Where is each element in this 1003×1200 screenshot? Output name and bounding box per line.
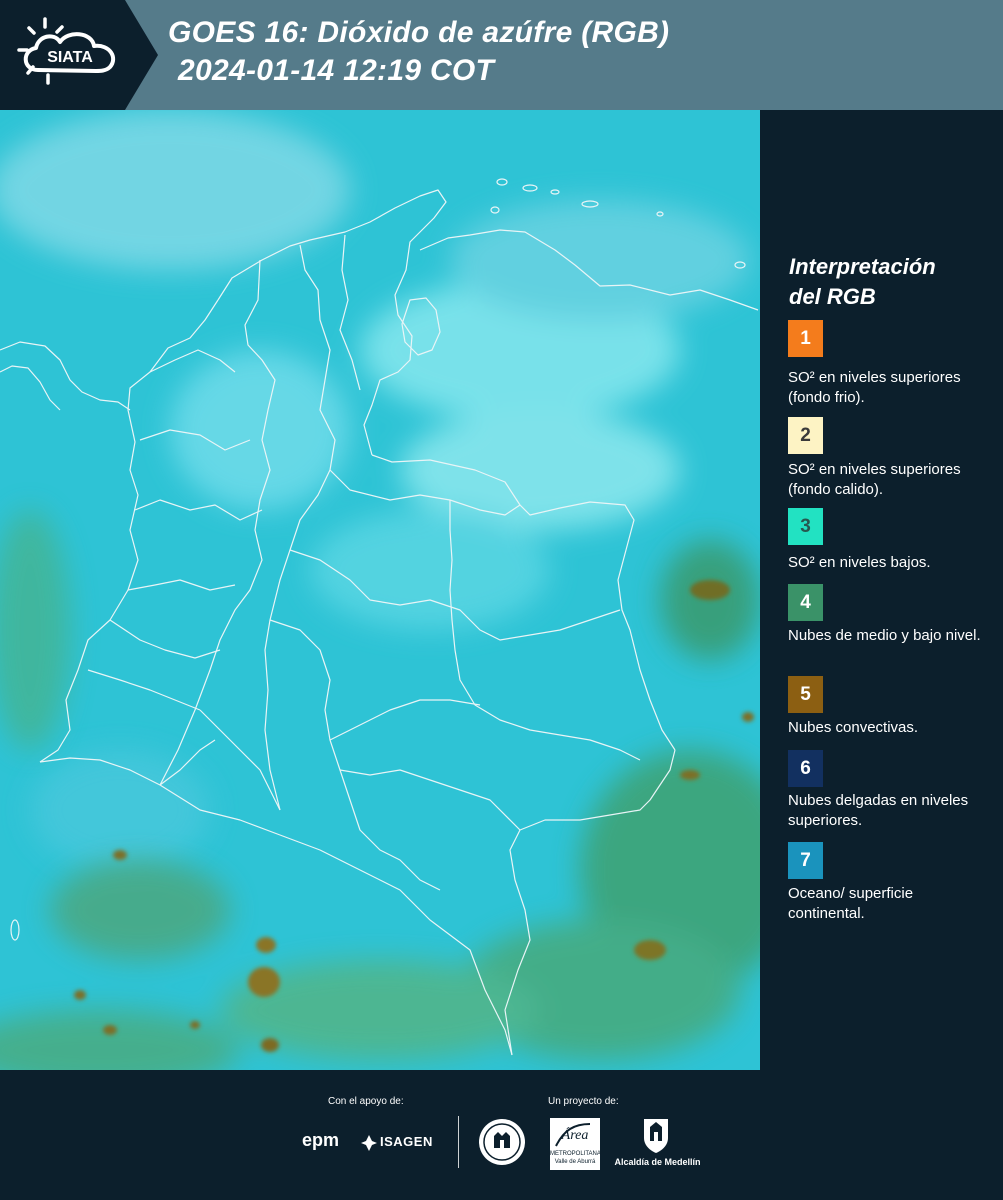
header-bar: SIATA GOES 16: Dióxido de azúfre (RGB) 2… (0, 0, 1003, 110)
legend-number-6: 6 (800, 757, 811, 779)
legend-panel: Interpretación del RGB 1 SO² en niveles … (760, 110, 1003, 1070)
legend-number-1: 1 (800, 327, 811, 349)
siata-logo-graphic: SIATA (0, 0, 158, 110)
area-logo-sub2-text: Valle de Aburrá (554, 1159, 596, 1165)
legend-number-5: 5 (800, 683, 811, 705)
page-title: GOES 16: Dióxido de azúfre (RGB) (168, 16, 670, 49)
epm-logo[interactable]: epm (302, 1130, 339, 1151)
legend-label-5: Nubes convectivas. (788, 719, 919, 736)
legend-label-2: SO² en niveles superiores (fondo calido)… (788, 461, 961, 498)
satellite-map-image (0, 110, 760, 1070)
legend-number-7: 7 (800, 849, 811, 871)
legend-label-6: Nubes delgadas en niveles superiores. (788, 792, 969, 829)
legend-swatch-1: 1 (788, 320, 823, 357)
legend-label-4: Nubes de medio y bajo nivel. (788, 627, 981, 644)
siata-logo-text: SIATA (47, 49, 93, 66)
legend-title-line1: Interpretación (789, 254, 936, 279)
isagen-logo-text: ISAGEN (380, 1134, 433, 1149)
coat-of-arms-icon (644, 1119, 668, 1153)
legend-label-1: SO² en niveles superiores (fondo frio). (788, 369, 961, 406)
legend-title-line2: del RGB (789, 284, 876, 309)
isagen-logo[interactable]: ISAGEN (360, 1132, 440, 1156)
legend-number-3: 3 (800, 515, 811, 537)
legend-swatch-2: 2 (788, 417, 823, 454)
alcaldia-logo-text: Alcaldía de Medellín (614, 1157, 701, 1167)
medellin-seal-logo[interactable] (478, 1118, 526, 1166)
area-logo-main-text: Área (561, 1128, 589, 1143)
legend-number-4: 4 (800, 591, 811, 613)
isagen-mark-icon (361, 1135, 377, 1151)
page-timestamp: 2024-01-14 12:19 COT (178, 54, 495, 87)
legend-swatch-5: 5 (788, 676, 823, 713)
legend-title: Interpretación del RGB (789, 252, 994, 312)
footer-bar: Con el apoyo de: Un proyecto de: epm ISA… (0, 1070, 1003, 1200)
satellite-map[interactable] (0, 110, 760, 1070)
legend-label-3: SO² en niveles bajos. (788, 554, 931, 571)
legend-swatch-4: 4 (788, 584, 823, 621)
legend-swatch-6: 6 (788, 750, 823, 787)
seal-icon (479, 1119, 525, 1165)
alcaldia-medellin-logo[interactable]: Alcaldía de Medellín (610, 1116, 705, 1172)
area-logo-sub1-text: METROPOLITANA (550, 1151, 601, 1157)
support-caption: Con el apoyo de: (328, 1096, 404, 1107)
legend-swatch-3: 3 (788, 508, 823, 545)
footer-divider (458, 1116, 459, 1168)
area-metropolitana-logo[interactable]: Área METROPOLITANA Valle de Aburrá (550, 1118, 601, 1170)
legend-label-7: Oceano/ superficie continental. (788, 885, 914, 922)
legend-number-2: 2 (800, 424, 811, 446)
legend-swatch-7: 7 (788, 842, 823, 879)
project-caption: Un proyecto de: (548, 1096, 619, 1107)
siata-logo[interactable]: SIATA (0, 0, 160, 110)
